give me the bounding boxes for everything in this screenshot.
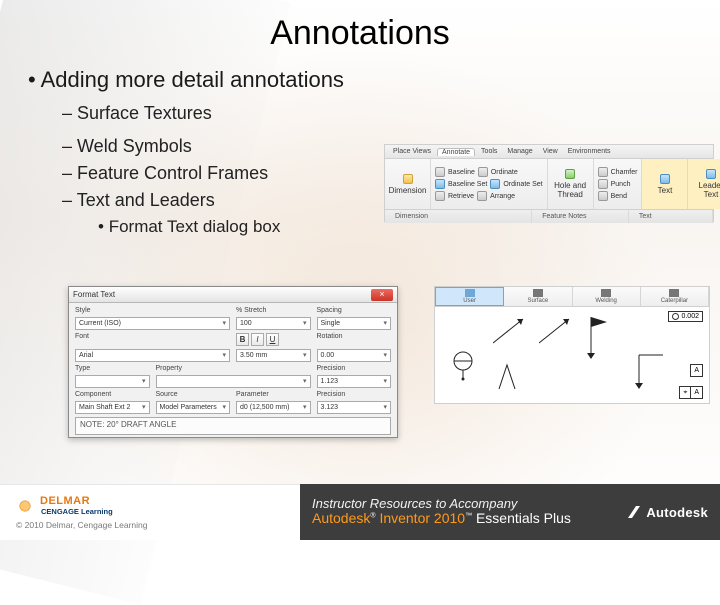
hole-thread-icon [565, 169, 575, 179]
autodesk-icon [626, 504, 642, 520]
italic-button: I [251, 333, 264, 346]
label-stretch: % Stretch [236, 307, 311, 314]
label-style: Style [75, 307, 150, 314]
ribbon-btn: Chamfer [611, 169, 638, 176]
ribbon-btn: Baseline Set [448, 181, 487, 188]
field-precision: 1.123 [317, 375, 392, 388]
dialog-title: Format Text [73, 290, 115, 299]
format-text-dialog: Format Text × Style % Stretch Spacing Cu… [68, 286, 398, 438]
surface-texture-icon [497, 363, 523, 393]
ribbon-tab: Place Views [389, 148, 435, 155]
anno-tab-welding: Welding [573, 287, 641, 306]
label-font: Font [75, 333, 230, 346]
ordinate-set-icon [490, 179, 500, 189]
ribbon-tab: View [539, 148, 562, 155]
bullet-level0: Adding more detail annotations [28, 67, 692, 93]
fcf-letter: A [690, 364, 703, 377]
footer-line2: Autodesk® Inventor 2010™ Essentials Plus [312, 511, 571, 526]
field-spacing: Single [317, 317, 392, 330]
autodesk-logo: Autodesk [626, 504, 708, 520]
leader-text-icon [706, 169, 716, 179]
ordinate-icon [478, 167, 488, 177]
anno-tab-caterpillar: Caterpillar [641, 287, 709, 306]
label-type: Type [75, 365, 150, 372]
datum-box: A [690, 364, 703, 377]
slide-footer: DELMAR CENGAGE Learning © 2010 Delmar, C… [0, 484, 720, 540]
tolerance-callout: 0.002 [668, 311, 703, 322]
field-parameter: d0 (12,500 mm) [236, 401, 311, 414]
field-style: Current (ISO) [75, 317, 230, 330]
ribbon-btn: Ordinate [491, 169, 518, 176]
ribbon-screenshot: Place Views Annotate Tools Manage View E… [384, 144, 714, 222]
ribbon-tab-active: Annotate [437, 148, 475, 156]
close-icon: × [371, 289, 393, 301]
text-icon [660, 174, 670, 184]
ribbon-btn: Ordinate Set [503, 181, 542, 188]
field-stretch: 100 [236, 317, 311, 330]
ribbon-btn: Retrieve [448, 193, 474, 200]
field-size: 3.50 mm [236, 349, 311, 362]
field-precision2: 3.123 [317, 401, 392, 414]
footer-line1: Instructor Resources to Accompany [312, 497, 517, 511]
ribbon-btn: Punch [611, 181, 631, 188]
fcf-letter: A [691, 386, 703, 399]
datum-target-icon [447, 349, 479, 381]
weld-flag-icon [585, 313, 619, 359]
anno-tab-surface: Surface [504, 287, 572, 306]
bullet-level1: Surface Textures [62, 103, 692, 124]
leader-arrow-icon [493, 313, 533, 347]
dimension-icon [403, 174, 413, 184]
label-component: Component [75, 391, 150, 398]
ribbon-btn: Arrange [490, 193, 515, 200]
field-component: Main Shaft Ext 2 [75, 401, 150, 414]
ribbon-btn: Text [658, 186, 673, 195]
fcf-symbol: ⌖ [679, 386, 691, 399]
field-type [75, 375, 150, 388]
label-spacing: Spacing [317, 307, 392, 314]
ribbon-group-label: Text [629, 210, 713, 223]
ribbon-btn: Baseline [448, 169, 475, 176]
leader-arrow-icon [539, 313, 579, 347]
bend-icon [598, 191, 608, 201]
bold-button: B [236, 333, 249, 346]
slide-title: Annotations [28, 14, 692, 53]
delmar-mark-icon [16, 497, 34, 515]
ribbon-tab: Environments [564, 148, 615, 155]
field-source: Model Parameters [156, 401, 231, 414]
label-source: Source [156, 391, 231, 398]
chamfer-icon [598, 167, 608, 177]
ribbon-btn: Hole and Thread [552, 181, 589, 199]
field-property [156, 375, 311, 388]
ribbon-btn: Leader Text [692, 181, 720, 199]
ribbon-btn: Bend [611, 193, 627, 200]
label-parameter: Parameter [236, 391, 311, 398]
underline-button: U [266, 333, 279, 346]
feature-control-frame: ⌖ A [679, 386, 703, 399]
ribbon-group-label: Dimension [385, 210, 532, 223]
label-precision: Precision [317, 365, 392, 372]
field-rotation: 0.00 [317, 349, 392, 362]
copyright-text: © 2010 Delmar, Cengage Learning [16, 520, 300, 530]
datum-leader-icon [635, 351, 675, 391]
punch-icon [598, 179, 608, 189]
ribbon-group-label: Feature Notes [532, 210, 629, 223]
anno-tab-user: User [435, 287, 504, 306]
delmar-logo: DELMAR CENGAGE Learning [16, 495, 300, 516]
label-precision2: Precision [317, 391, 392, 398]
ribbon-tab: Tools [477, 148, 501, 155]
ribbon-btn: Dimension [389, 186, 427, 195]
annotation-samples: User Surface Welding Caterpillar 0.002 ⌖… [434, 286, 710, 404]
arrange-icon [477, 191, 487, 201]
baseline-set-icon [435, 179, 445, 189]
ribbon-tab: Manage [503, 148, 536, 155]
note-preview: NOTE: 20° DRAFT ANGLE [75, 417, 391, 435]
field-font: Arial [75, 349, 230, 362]
baseline-icon [435, 167, 445, 177]
diameter-icon [672, 313, 679, 320]
retrieve-icon [435, 191, 445, 201]
label-rotation: Rotation [317, 333, 392, 346]
label-property: Property [156, 365, 311, 372]
